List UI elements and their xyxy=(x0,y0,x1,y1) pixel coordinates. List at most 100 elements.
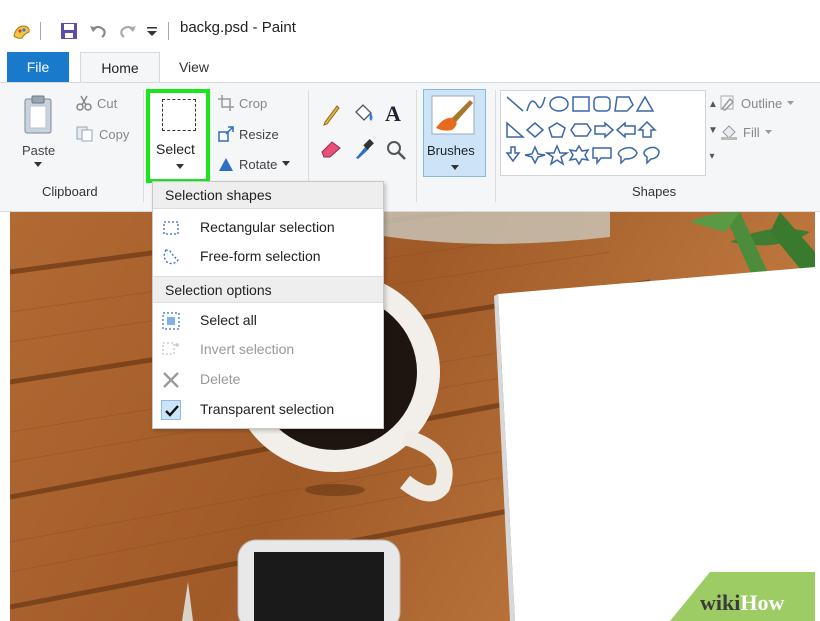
desk-photo xyxy=(10,212,815,621)
tab-home[interactable]: Home xyxy=(80,52,160,83)
ribbon-divider xyxy=(495,90,496,202)
wikihow-watermark: wikiHow xyxy=(700,590,784,616)
select-dropdown-arrow-icon[interactable] xyxy=(176,164,184,170)
clipboard-group-label: Clipboard xyxy=(42,184,98,199)
paste-icon[interactable] xyxy=(22,94,54,136)
menu-item-rectangular-selection[interactable]: Rectangular selection xyxy=(153,213,383,242)
oval-shape-icon xyxy=(549,96,569,112)
delete-icon xyxy=(163,372,179,388)
menu-item-transparent-selection[interactable]: Transparent selection xyxy=(153,395,383,424)
cut-label: Cut xyxy=(97,95,118,111)
rotate-label: Rotate xyxy=(239,156,278,172)
rotate-icon xyxy=(219,158,233,171)
menu-item-select-all[interactable]: Select all xyxy=(153,306,383,335)
outline-button[interactable]: Outline xyxy=(720,95,795,111)
scroll-up-icon[interactable]: ▲ xyxy=(708,92,718,118)
outline-dropdown-arrow-icon[interactable] xyxy=(787,100,795,106)
fill-label: Fill xyxy=(743,124,760,140)
six-point-star-shape-icon xyxy=(568,144,590,166)
outline-icon xyxy=(720,95,735,111)
selection-shapes-header: Selection shapes xyxy=(153,182,383,209)
menu-item-free-form-selection[interactable]: Free-form selection xyxy=(153,242,383,271)
watermark-wiki: wiki xyxy=(700,590,741,615)
select-dropdown-menu: Selection shapes Rectangular selection F… xyxy=(152,181,384,429)
resize-button[interactable]: Resize xyxy=(218,126,279,142)
shapes-gallery-scroll[interactable]: ▲ ▼ ▾ xyxy=(708,92,718,176)
resize-label: Resize xyxy=(239,126,279,142)
rounded-rectangle-shape-icon xyxy=(593,96,611,112)
menu-item-delete[interactable]: Delete xyxy=(153,365,383,394)
tab-file[interactable]: File xyxy=(7,52,69,82)
scissors-icon xyxy=(76,95,92,111)
paint-app-icon[interactable] xyxy=(12,22,32,40)
diamond-shape-icon xyxy=(525,122,545,138)
text-tool-icon[interactable]: A xyxy=(385,101,401,127)
checkmark-icon xyxy=(161,400,181,420)
undo-icon[interactable] xyxy=(88,22,108,40)
fill-bucket-icon[interactable] xyxy=(352,102,374,126)
brush-icon xyxy=(431,95,475,135)
selection-options-header: Selection options xyxy=(153,276,383,303)
ribbon-divider xyxy=(416,90,417,202)
image-canvas[interactable] xyxy=(10,212,815,621)
right-arrow-shape-icon xyxy=(594,121,615,139)
save-icon[interactable] xyxy=(60,22,78,40)
crop-button[interactable]: Crop xyxy=(218,95,267,111)
left-arrow-shape-icon xyxy=(615,121,636,139)
eraser-icon[interactable] xyxy=(320,140,342,158)
four-point-star-shape-icon xyxy=(524,145,546,165)
color-picker-icon[interactable] xyxy=(354,138,374,160)
paste-label: Paste xyxy=(22,143,56,158)
paste-button[interactable]: Paste xyxy=(22,143,55,158)
polygon-shape-icon xyxy=(614,96,634,112)
shapes-gallery-icons xyxy=(505,95,660,166)
transparent-selection-label: Transparent selection xyxy=(200,401,335,417)
crop-label: Crop xyxy=(239,95,268,111)
brushes-label: Brushes xyxy=(427,143,475,158)
scroll-down-icon[interactable]: ▼ xyxy=(708,118,718,144)
down-arrow-shape-icon xyxy=(505,146,521,163)
fill-button[interactable]: Fill xyxy=(720,124,772,140)
resize-icon xyxy=(218,126,234,142)
shape-fill-icon xyxy=(721,125,737,140)
pentagon-shape-icon xyxy=(548,122,566,138)
free-form-selection-icon xyxy=(163,249,179,265)
up-arrow-shape-icon xyxy=(637,120,657,138)
cut-button[interactable]: Cut xyxy=(76,95,117,111)
line-shape-icon xyxy=(506,96,524,112)
shapes-group-label: Shapes xyxy=(632,184,677,199)
gallery-more-icon[interactable]: ▾ xyxy=(708,144,716,170)
triangle-shape-icon xyxy=(635,95,655,112)
rect-callout-shape-icon xyxy=(592,147,612,166)
copy-icon xyxy=(76,126,93,142)
rectangular-selection-icon xyxy=(163,221,179,235)
rectangular-select-icon xyxy=(162,99,196,131)
right-triangle-shape-icon xyxy=(506,121,525,138)
rotate-button[interactable]: Rotate xyxy=(218,156,291,172)
redo-icon[interactable] xyxy=(118,22,138,40)
brushes-dropdown-arrow-icon[interactable] xyxy=(451,165,459,171)
select-all-label: Select all xyxy=(200,312,257,328)
ribbon-tabs: File Home View xyxy=(0,52,820,83)
delete-label: Delete xyxy=(200,371,241,387)
window-title: backg.psd - Paint xyxy=(180,19,296,36)
crop-icon xyxy=(218,95,234,111)
select-label: Select xyxy=(156,141,195,157)
menu-item-invert-selection[interactable]: Invert selection xyxy=(153,335,383,364)
shapes-gallery[interactable] xyxy=(500,90,706,176)
invert-selection-icon xyxy=(162,342,179,355)
paste-dropdown-arrow-icon[interactable] xyxy=(34,162,42,168)
title-bar xyxy=(0,10,820,50)
pencil-icon[interactable] xyxy=(322,104,340,126)
copy-button[interactable]: Copy xyxy=(76,126,129,142)
rectangle-shape-icon xyxy=(572,96,590,112)
five-point-star-shape-icon xyxy=(544,144,570,166)
hexagon-shape-icon xyxy=(570,123,592,137)
tab-view[interactable]: View xyxy=(162,52,226,82)
customize-toolbar-icon[interactable] xyxy=(146,24,158,38)
free-form-selection-label: Free-form selection xyxy=(200,248,321,264)
rotate-dropdown-arrow-icon[interactable] xyxy=(282,161,291,167)
fill-dropdown-arrow-icon[interactable] xyxy=(764,129,772,135)
ribbon-divider xyxy=(143,90,144,202)
magnifier-icon[interactable] xyxy=(385,139,407,161)
